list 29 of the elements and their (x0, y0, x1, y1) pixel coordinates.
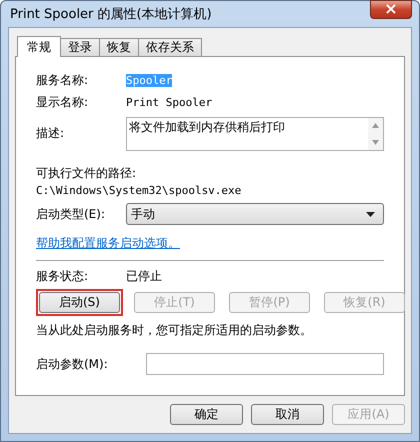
service-name-value: Spooler (126, 74, 172, 86)
description-field[interactable]: 将文件加载到内存供稍后打印 (126, 117, 384, 151)
display-name-value: Print Spooler (126, 96, 212, 108)
tab[interactable]: 登录 (60, 38, 100, 56)
tab[interactable]: 恢复 (99, 38, 139, 56)
dialog-button[interactable]: 取消 (251, 404, 324, 425)
dropdown-arrow-icon (366, 212, 375, 216)
field-label: 描述: (36, 125, 66, 142)
field-label: 服务状态: (36, 268, 90, 284)
startup-type-dropdown[interactable]: 手动 (126, 203, 384, 225)
field-label: 显示名称: (36, 94, 90, 110)
tab[interactable]: 依存关系 (138, 38, 202, 56)
scrollbar[interactable] (368, 118, 383, 150)
field-label: 启动类型(E): (36, 206, 106, 222)
help-link[interactable]: 帮助我配置服务启动选项。 (36, 235, 180, 252)
hint-text: 当从此处启动服务时，您可指定所适用的启动参数。 (36, 322, 313, 339)
path-value: C:\Windows\System32\spoolsv.exe (36, 184, 242, 197)
field-label: 启动参数(M): (36, 356, 109, 372)
service-button[interactable]: 启动(S) (39, 292, 120, 313)
service-status-value: 已停止 (126, 268, 162, 284)
scroll-down-icon[interactable] (372, 140, 379, 145)
path-label: 可执行文件的路径: (36, 165, 138, 182)
window-title: Print Spooler 的属性(本地计算机) (9, 6, 212, 23)
close-button[interactable]: × (370, 0, 412, 18)
tab[interactable]: 常规 (17, 36, 61, 57)
scroll-up-icon[interactable] (372, 123, 379, 128)
dialog-button[interactable]: 确定 (170, 404, 243, 425)
field-label: 服务名称: (36, 72, 90, 88)
start-params-field[interactable] (146, 353, 384, 375)
